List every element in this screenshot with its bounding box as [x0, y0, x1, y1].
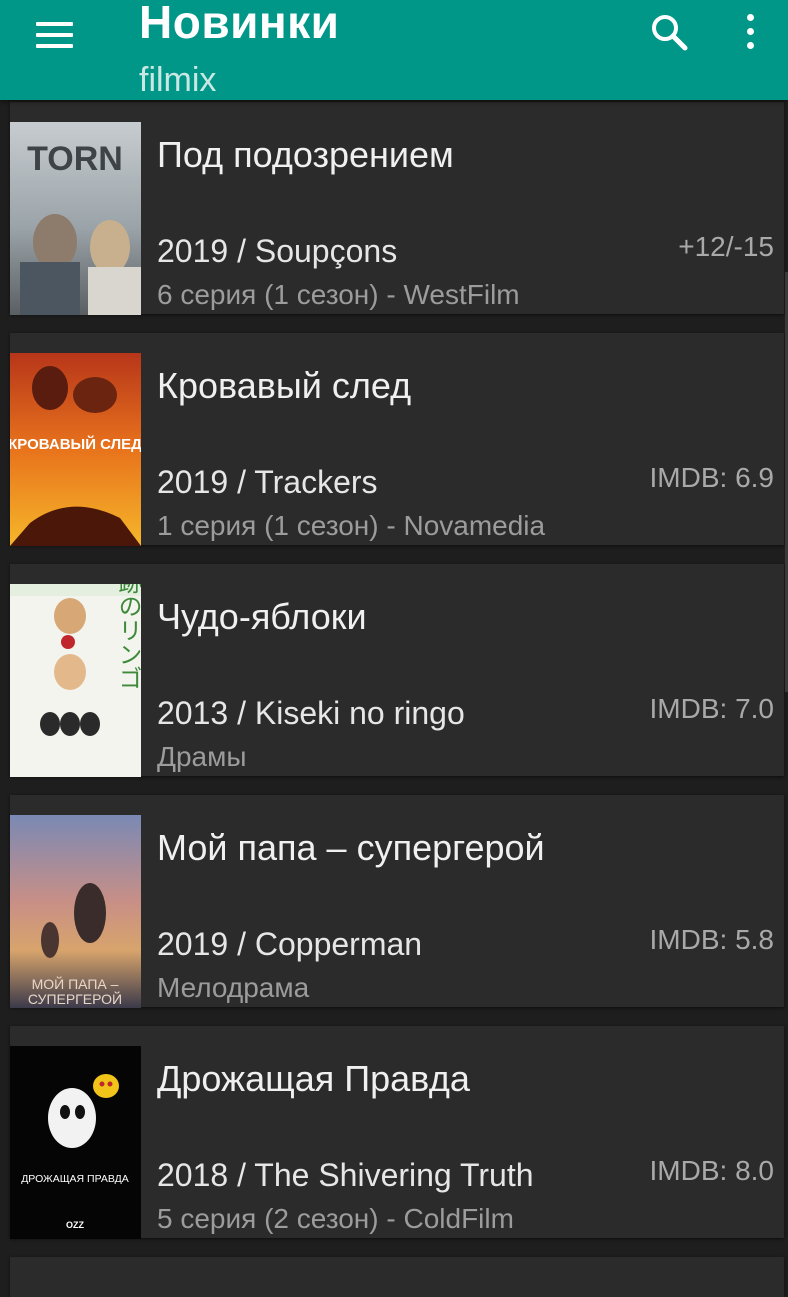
movie-year-original-title: 2019 / Trackers	[157, 464, 378, 500]
search-button[interactable]	[645, 8, 693, 56]
movie-rating: IMDB: 5.8	[649, 924, 774, 955]
movie-card[interactable]: КРОВАВЫЙ СЛЕД Кровавый след 2019 / Track…	[10, 333, 784, 546]
movie-list: TORN Под подозрением 2019 / Soupçons +12…	[0, 102, 788, 1297]
movie-poster: TORN	[10, 122, 141, 315]
page-title: Новинки	[139, 0, 340, 48]
poster-title: 奇跡のリンゴ	[114, 584, 141, 690]
poster-title: TORN	[27, 140, 123, 178]
app-bar: Новинки filmix	[0, 0, 788, 100]
movie-year-original-title: 2018 / The Shivering Truth	[157, 1157, 534, 1193]
movie-poster: КРОВАВЫЙ СЛЕД	[10, 353, 141, 546]
movie-card[interactable]: TORN Под подозрением 2019 / Soupçons +12…	[10, 102, 784, 315]
movie-title: Под подозрением	[157, 134, 454, 175]
movie-genre: Мелодрама	[157, 972, 310, 1003]
movie-poster: 奇跡のリンゴ	[10, 584, 141, 777]
movie-card[interactable]: МОЙ ПАПА – СУПЕРГЕРОЙ Мой папа – суперге…	[10, 795, 784, 1008]
movie-year-original-title: 2013 / Kiseki no ringo	[157, 695, 465, 731]
movie-year-original-title: 2019 / Copperman	[157, 926, 423, 962]
movie-rating: IMDB: 8.0	[649, 1155, 774, 1186]
menu-button[interactable]	[22, 8, 86, 56]
movie-rating: IMDB: 7.0	[649, 693, 774, 724]
page-subtitle: filmix	[139, 61, 217, 99]
more-options-button[interactable]	[728, 8, 772, 56]
movie-card[interactable]: 奇跡のリンゴ Чудо-яблоки 2013 / Kiseki no ring…	[10, 564, 784, 777]
movie-episode-info: 6 серия (1 сезон) - WestFilm	[157, 279, 520, 310]
movie-title: Дрожащая Правда	[157, 1058, 470, 1099]
movie-rating: +12/-15	[678, 231, 774, 262]
movie-rating: IMDB: 6.9	[649, 462, 774, 493]
poster-title: МОЙ ПАПА –	[32, 975, 119, 992]
movie-year-original-title: 2019 / Soupçons	[157, 233, 398, 269]
movie-title: Кровавый след	[157, 365, 412, 406]
movie-episode-info: 5 серия (2 сезон) - ColdFilm	[157, 1203, 514, 1234]
movie-card[interactable]: ДРОЖАЩАЯ ПРАВДА OZZ Дрожащая Правда 2018…	[10, 1026, 784, 1239]
movie-episode-info: 1 серия (1 сезон) - Novamedia	[157, 510, 546, 541]
poster-logo: OZZ	[66, 1220, 84, 1230]
movie-card[interactable]	[10, 1257, 784, 1297]
movie-title: Мой папа – супергерой	[157, 827, 545, 868]
search-icon	[652, 15, 688, 51]
poster-title: СУПЕРГЕРОЙ	[28, 990, 122, 1007]
poster-title: ДРОЖАЩАЯ ПРАВДА	[21, 1173, 129, 1185]
movie-title: Чудо-яблоки	[157, 596, 367, 637]
poster-title: КРОВАВЫЙ СЛЕД	[10, 435, 141, 453]
movie-poster: МОЙ ПАПА – СУПЕРГЕРОЙ	[10, 815, 141, 1008]
movie-poster: ДРОЖАЩАЯ ПРАВДА OZZ	[10, 1046, 141, 1239]
movie-genre: Драмы	[157, 741, 247, 772]
